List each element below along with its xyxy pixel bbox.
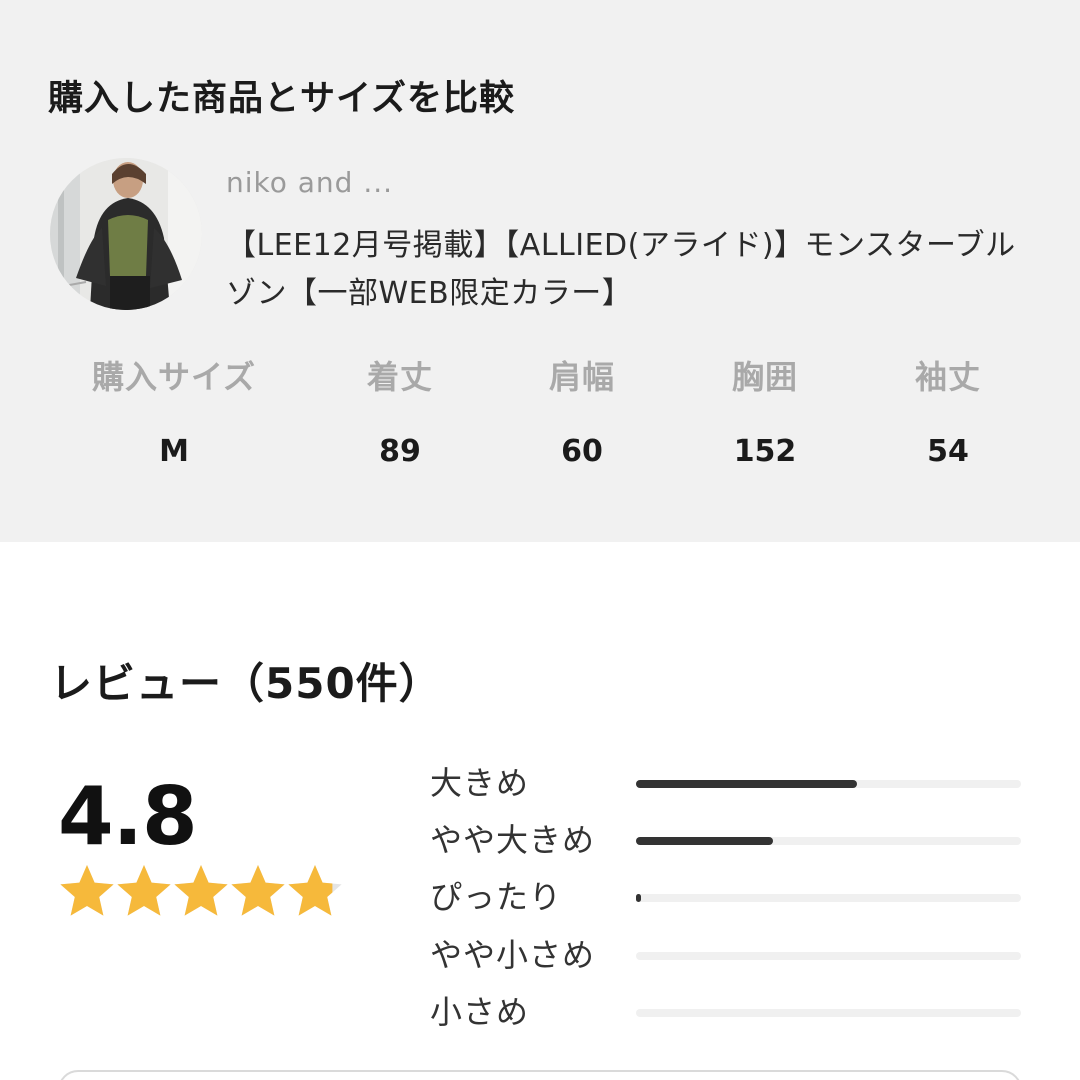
fit-bar-track <box>636 1009 1021 1017</box>
size-value-sleeve: 54 <box>927 434 969 469</box>
star-icon <box>58 862 116 920</box>
fit-row-just-right: ぴったり <box>430 872 1030 922</box>
review-card[interactable] <box>58 1070 1022 1080</box>
size-value-shoulder: 60 <box>561 434 603 469</box>
fit-label: ぴったり <box>430 878 563 916</box>
product-photo-icon <box>50 158 202 310</box>
fit-row-large: 大きめ <box>430 758 1030 808</box>
fit-bar-track <box>636 952 1021 960</box>
fit-row-slightly-large: やや大きめ <box>430 815 1030 865</box>
compare-title: 購入した商品とサイズを比較 <box>48 79 515 119</box>
size-header-length: 着丈 <box>366 358 433 396</box>
size-value-length: 89 <box>379 434 421 469</box>
size-header-shoulder: 肩幅 <box>548 358 615 396</box>
size-header-chest: 胸囲 <box>731 358 798 396</box>
star-icon <box>115 862 173 920</box>
size-value-purchase-size: M <box>159 434 189 469</box>
compare-section: 購入した商品とサイズを比較 niko and ... 【LEE12月号掲載】【A… <box>0 0 1080 542</box>
fit-row-small: 小さめ <box>430 987 1030 1037</box>
size-header-sleeve: 袖丈 <box>914 358 981 396</box>
brand-name[interactable]: niko and ... <box>226 166 393 199</box>
fit-label: 小さめ <box>430 993 530 1031</box>
fit-bar-track <box>636 780 1021 788</box>
fit-bar-fill <box>636 780 857 788</box>
fit-bar-track <box>636 894 1021 902</box>
fit-label: やや大きめ <box>430 821 596 859</box>
star-rating <box>58 862 358 922</box>
fit-bar-fill <box>636 837 773 845</box>
star-icon <box>229 862 287 920</box>
star-icon <box>286 862 344 920</box>
review-title: レビュー（550件） <box>50 659 442 708</box>
size-value-chest: 152 <box>733 434 797 469</box>
star-icon <box>172 862 230 920</box>
product-thumbnail[interactable] <box>50 158 202 310</box>
product-name[interactable]: 【LEE12月号掲載】【ALLIED(アライド)】モンスターブルゾン【一部WEB… <box>226 222 1026 318</box>
size-header-purchase-size: 購入サイズ <box>91 358 257 396</box>
fit-bar-track <box>636 837 1021 845</box>
fit-bar-fill <box>636 894 641 902</box>
average-score: 4.8 <box>58 770 198 863</box>
fit-label: やや小さめ <box>430 936 596 974</box>
fit-label: 大きめ <box>430 764 530 802</box>
fit-row-slightly-small: やや小さめ <box>430 930 1030 980</box>
